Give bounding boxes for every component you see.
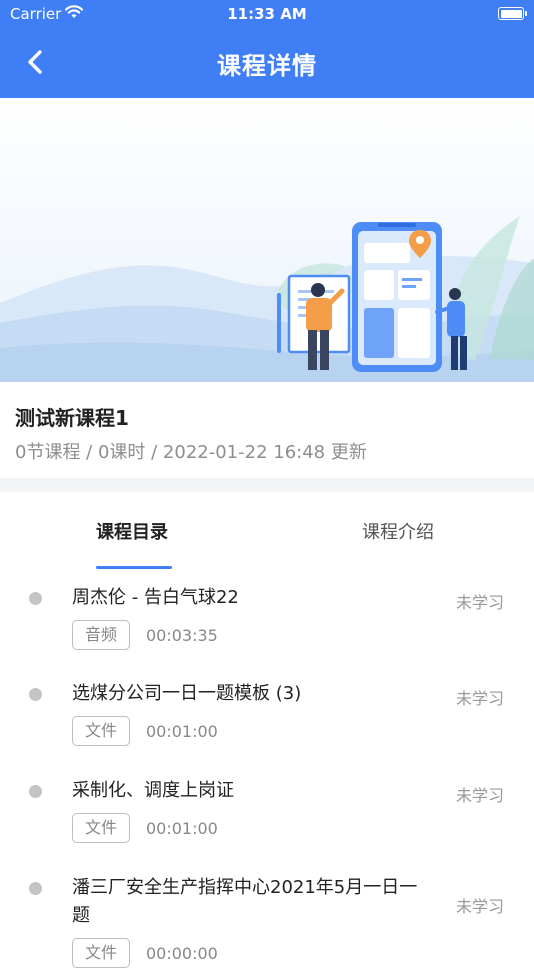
- status-dot: [29, 688, 42, 701]
- lesson-status: 未学习: [455, 897, 504, 916]
- course-info: 测试新课程1 0节课程 / 0课时 / 2022-01-22 16:48 更新: [0, 382, 534, 478]
- battery-icon: [498, 7, 527, 20]
- lesson-duration: 00:03:35: [146, 626, 218, 645]
- lesson-duration: 00:01:00: [146, 819, 218, 838]
- lesson-title: 选煤分公司一日一题模板 (3): [72, 683, 302, 704]
- banner-illustration: [0, 98, 534, 382]
- tab-catalog[interactable]: 课程目录: [96, 518, 168, 544]
- nav-bar: Carrier 11:33 AM 课程详情: [0, 0, 534, 98]
- section-divider: [0, 478, 534, 492]
- page-title: 课程详情: [217, 52, 317, 80]
- course-banner-illustration: [0, 98, 534, 382]
- status-dot: [29, 592, 42, 605]
- course-title: 测试新课程1: [15, 406, 129, 430]
- lesson-duration: 00:01:00: [146, 722, 218, 741]
- lesson-duration: 00:00:00: [146, 944, 218, 963]
- status-dot: [29, 882, 42, 895]
- tab-introduction[interactable]: 课程介绍: [362, 518, 434, 544]
- status-bar: Carrier 11:33 AM: [0, 0, 534, 30]
- lesson-title: 潘三厂安全生产指挥中心2021年5月一日一题: [72, 877, 418, 926]
- lesson-status: 未学习: [455, 689, 504, 708]
- status-dot: [29, 785, 42, 798]
- lesson-type-tag: 文件: [72, 938, 130, 968]
- lesson-status: 未学习: [455, 593, 504, 612]
- clock: 11:33 AM: [227, 5, 307, 23]
- lesson-type-tag: 音频: [72, 620, 130, 650]
- tab-bar: 课程目录 课程介绍: [0, 492, 534, 570]
- lesson-title: 采制化、调度上岗证: [72, 780, 234, 801]
- lesson-title: 周杰伦 - 告白气球22: [72, 587, 239, 608]
- course-meta: 0节课程 / 0课时 / 2022-01-22 16:48 更新: [15, 442, 367, 463]
- lesson-type-tag: 文件: [72, 813, 130, 843]
- active-tab-indicator: [96, 566, 172, 569]
- lesson-status: 未学习: [455, 786, 504, 805]
- lesson-type-tag: 文件: [72, 716, 130, 746]
